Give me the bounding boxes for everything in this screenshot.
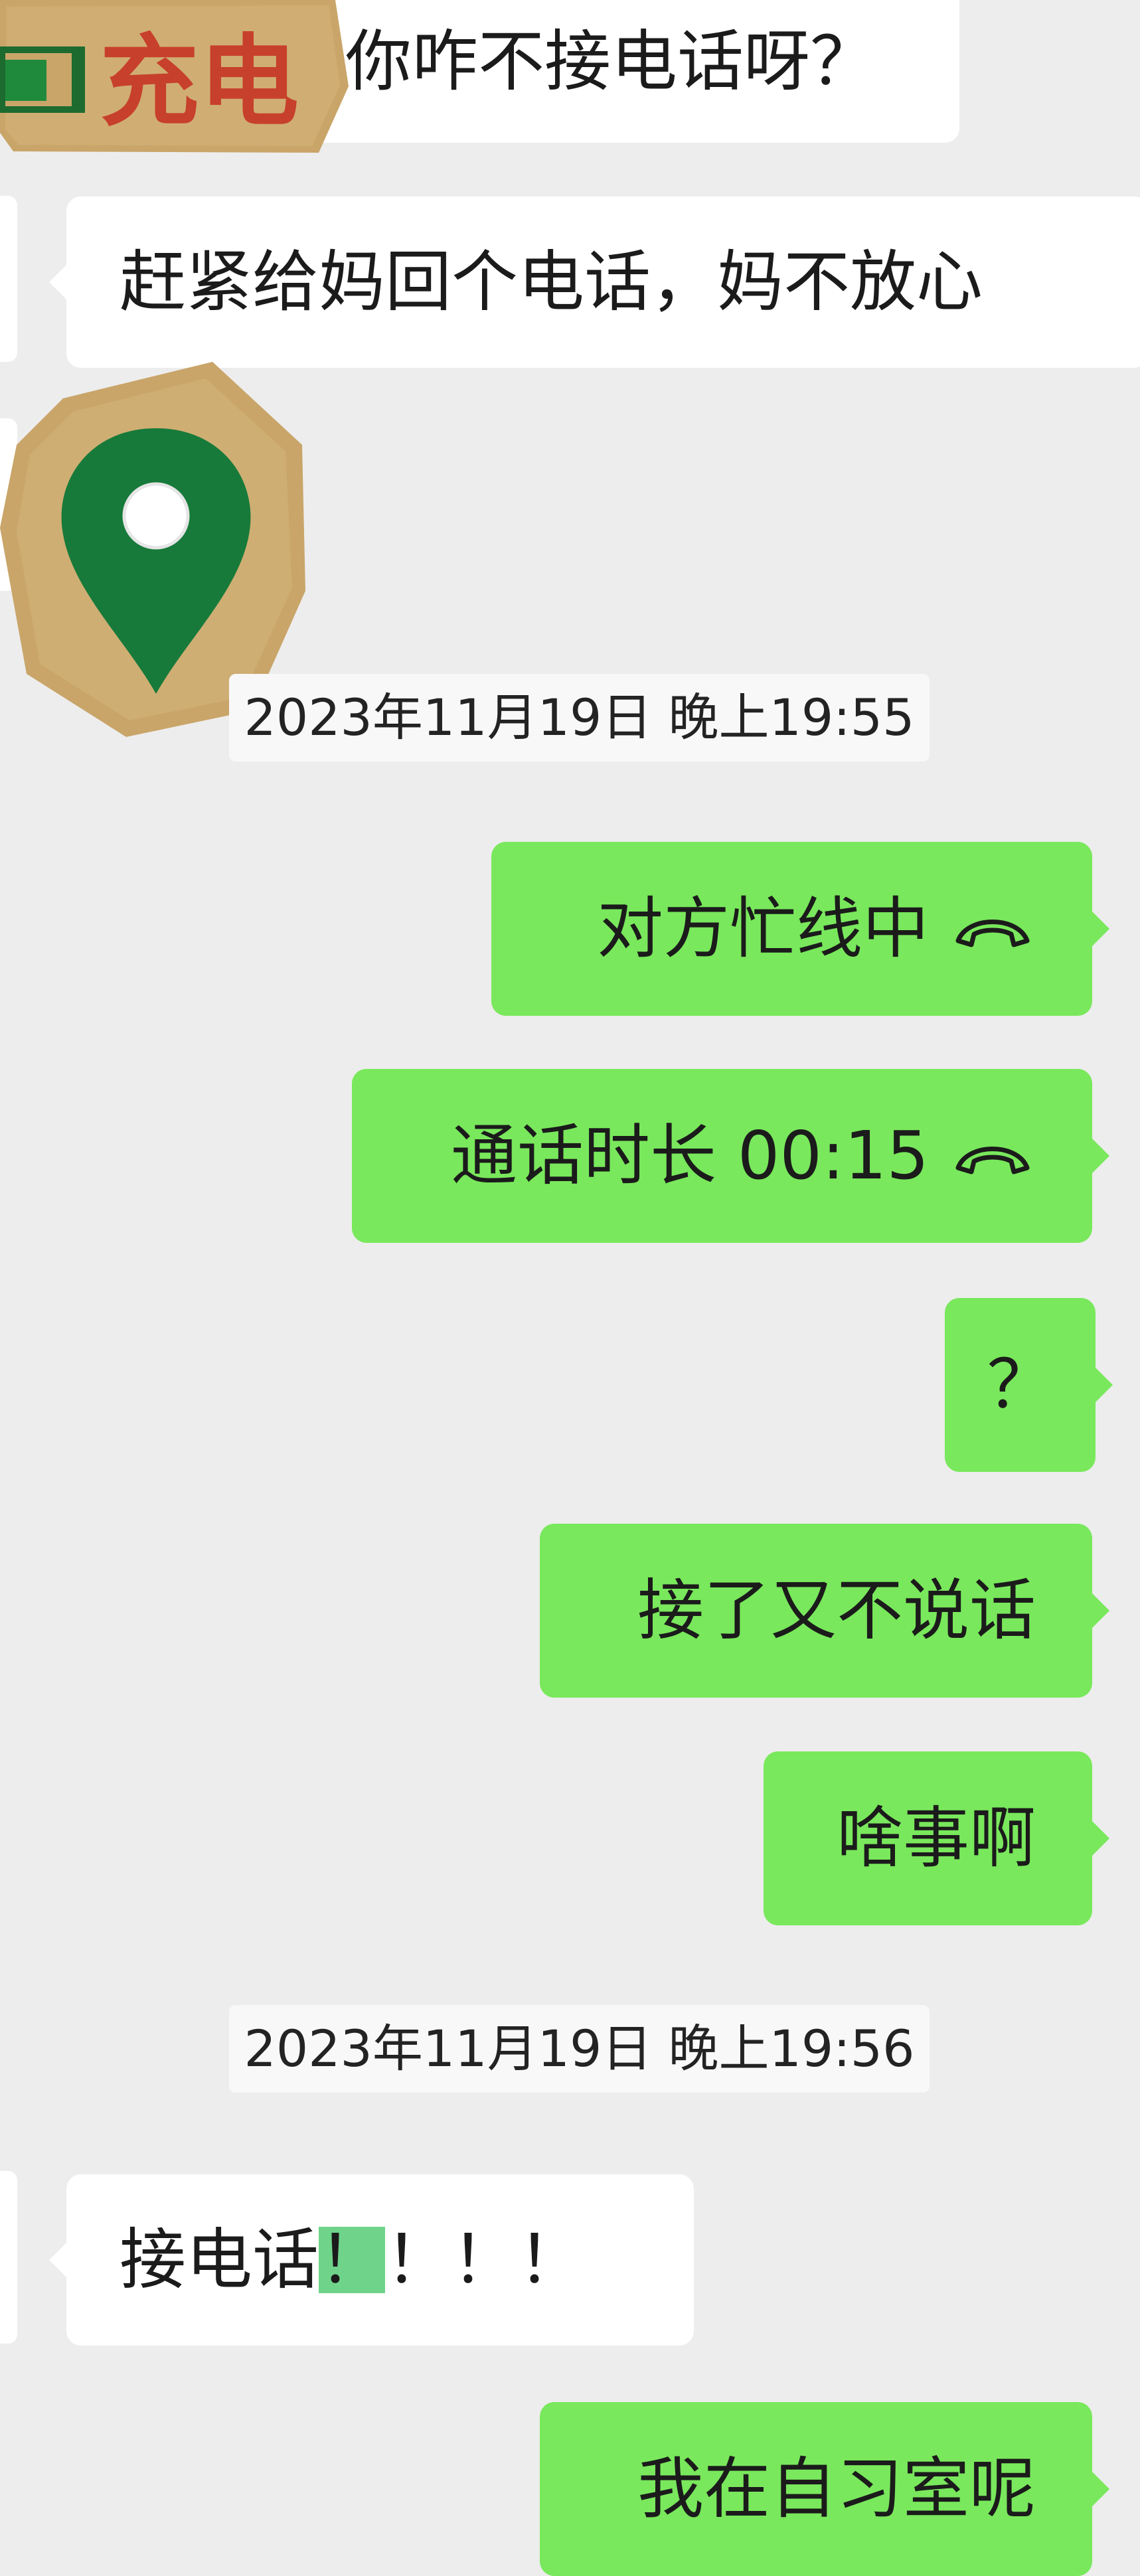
outgoing-message[interactable]: ？ bbox=[945, 1298, 1113, 1472]
message-text: 对方忙线中 bbox=[597, 890, 929, 967]
message-text: 通话时长 00:15 bbox=[451, 1117, 929, 1194]
message-text: 啥事啊 bbox=[837, 1799, 1036, 1877]
selected-text-highlight[interactable]: ！ bbox=[319, 2227, 385, 2293]
incoming-message[interactable]: 接电话！！！！ bbox=[49, 2174, 694, 2346]
outgoing-message[interactable]: 啥事啊 bbox=[764, 1751, 1109, 1925]
message-text: 你咋不接电话呀？ bbox=[345, 22, 876, 100]
contact-avatar[interactable] bbox=[0, 196, 17, 362]
outgoing-message[interactable]: 我在自习室呢 bbox=[540, 2402, 1109, 2576]
message-text: ！！！ bbox=[385, 2221, 584, 2298]
outgoing-message[interactable]: 接了又不说话 bbox=[540, 1524, 1109, 1698]
timestamp-text: 2023年11月19日 晚上19:55 bbox=[244, 688, 915, 747]
timestamp-text: 2023年11月19日 晚上19:56 bbox=[244, 2019, 915, 2078]
timestamp: 2023年11月19日 晚上19:55 bbox=[229, 674, 930, 762]
message-text: 赶紧给妈回个电话，妈不放心 bbox=[120, 243, 983, 321]
timestamp: 2023年11月19日 晚上19:56 bbox=[229, 2005, 930, 2093]
outgoing-call-message[interactable]: 对方忙线中 bbox=[491, 842, 1109, 1016]
message-text: 接电话 bbox=[120, 2221, 319, 2298]
charging-sticker-icon: 充电 bbox=[0, 0, 352, 159]
message-text: 我在自习室呢 bbox=[637, 2450, 1036, 2528]
message-text: 接了又不说话 bbox=[637, 1571, 1036, 1649]
outgoing-call-message[interactable]: 通话时长 00:15 bbox=[352, 1069, 1109, 1243]
contact-avatar[interactable] bbox=[0, 2171, 17, 2344]
incoming-message[interactable]: 赶紧给妈回个电话，妈不放心 bbox=[49, 197, 1140, 368]
hangup-phone-icon bbox=[953, 1123, 1032, 1189]
sticker-label: 充电 bbox=[100, 25, 299, 140]
message-text: ？ bbox=[987, 1346, 1054, 1423]
hangup-phone-icon bbox=[953, 896, 1032, 962]
